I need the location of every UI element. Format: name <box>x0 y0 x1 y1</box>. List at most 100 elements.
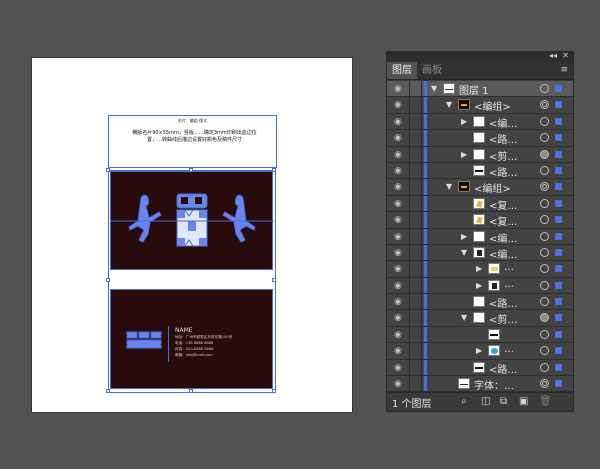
layer-name[interactable]: <编组> <box>474 98 511 113</box>
visibility-eye-icon[interactable]: ◉ <box>394 363 402 373</box>
layer-row[interactable]: ◉ <box>387 326 573 344</box>
target-circle-icon[interactable] <box>540 346 549 356</box>
layer-row[interactable]: ◉ ▼ <编… <box>387 244 573 262</box>
expand-triangle-icon[interactable]: ▶ <box>476 264 482 273</box>
layer-name[interactable]: <编组> <box>474 180 511 195</box>
selection-indicator-icon[interactable] <box>555 363 562 371</box>
expand-triangle-icon[interactable]: ▶ <box>476 346 482 355</box>
target-circle-icon[interactable] <box>540 116 549 126</box>
layer-name[interactable]: <复… <box>489 197 517 212</box>
handle-top-right[interactable] <box>272 168 276 172</box>
selection-indicator-icon[interactable] <box>555 183 562 191</box>
target-circle-icon[interactable] <box>540 133 549 143</box>
layer-row[interactable]: ◉ ▼ <编组> <box>387 179 573 196</box>
layer-row[interactable]: ◉ ▶ <编… <box>387 113 573 131</box>
target-circle-icon[interactable] <box>540 329 549 339</box>
new-layer-icon[interactable]: ▣ <box>519 396 528 407</box>
handle-bottom-center[interactable] <box>189 389 193 393</box>
layer-name[interactable]: <路… <box>489 295 517 310</box>
panel-titlebar[interactable]: ◂◂ ✕ <box>387 51 573 62</box>
selection-indicator-icon[interactable] <box>555 314 562 322</box>
selection-indicator-icon[interactable] <box>555 380 562 388</box>
expand-triangle-icon[interactable]: ▶ <box>461 232 467 241</box>
selection-indicator-icon[interactable] <box>555 298 562 306</box>
layer-row[interactable]: ◉ <路… <box>387 294 573 311</box>
selection-indicator-icon[interactable] <box>555 134 562 142</box>
selection-indicator-icon[interactable] <box>555 248 562 256</box>
panel-menu-icon[interactable]: ≡ <box>560 65 568 75</box>
layer-row[interactable]: ◉ ▶… <box>387 277 573 295</box>
visibility-eye-icon[interactable]: ◉ <box>394 84 402 94</box>
note-text-box[interactable]: 名片：编组-版式 横版名片90×55mm，竖版，…确定3mm印刷出血边位置，…转… <box>108 115 277 168</box>
search-icon[interactable]: ⌕ <box>461 396 467 407</box>
visibility-eye-icon[interactable]: ◉ <box>394 248 402 258</box>
layer-name[interactable]: <剪… <box>489 311 517 326</box>
layer-row[interactable]: ◉ ▼ <编组> <box>387 97 573 114</box>
handle-bottom-left[interactable] <box>106 389 110 393</box>
target-circle-icon[interactable] <box>540 379 549 389</box>
visibility-eye-icon[interactable]: ◉ <box>394 264 402 274</box>
layer-row[interactable]: ◉ ▶ … <box>387 261 573 278</box>
layer-name[interactable]: <路… <box>489 361 517 376</box>
collapse-triangle-icon[interactable]: ▼ <box>446 100 452 109</box>
layer-row[interactable]: ◉ ▶ <编… <box>387 228 573 245</box>
handle-middle-left[interactable] <box>106 278 110 282</box>
visibility-eye-icon[interactable]: ◉ <box>394 232 402 242</box>
target-circle-icon[interactable] <box>540 165 549 175</box>
selection-indicator-icon[interactable] <box>555 330 562 338</box>
make-clipping-mask-icon[interactable]: ◫ <box>481 396 490 407</box>
collapse-triangle-icon[interactable]: ▼ <box>461 248 467 257</box>
target-circle-icon[interactable] <box>540 313 549 323</box>
target-circle-icon[interactable] <box>540 264 549 274</box>
layer-name[interactable]: 字体：… <box>474 377 514 392</box>
selection-bounding-box[interactable] <box>108 170 276 393</box>
layer-name[interactable]: … <box>504 262 514 273</box>
target-circle-icon[interactable] <box>540 247 549 257</box>
selection-indicator-icon[interactable] <box>555 265 562 273</box>
visibility-eye-icon[interactable]: ◉ <box>394 100 402 110</box>
target-circle-icon[interactable] <box>540 100 549 110</box>
target-circle-icon[interactable] <box>540 362 549 372</box>
layer-row[interactable]: ◉ <复… <box>387 212 573 229</box>
layer-row[interactable]: ◉ <路… <box>387 359 573 377</box>
visibility-eye-icon[interactable]: ◉ <box>394 313 402 323</box>
selection-indicator-icon[interactable] <box>555 216 562 224</box>
selection-indicator-icon[interactable] <box>555 166 562 174</box>
visibility-eye-icon[interactable]: ◉ <box>394 117 402 127</box>
handle-middle-right[interactable] <box>272 278 276 282</box>
collapse-triangle-icon[interactable]: ▼ <box>461 313 467 322</box>
layer-name[interactable]: … <box>504 344 514 355</box>
visibility-eye-icon[interactable]: ◉ <box>394 379 402 389</box>
expand-triangle-icon[interactable]: ▶ <box>461 150 467 159</box>
target-circle-icon[interactable] <box>540 231 549 241</box>
selection-indicator-icon[interactable] <box>555 347 562 355</box>
selection-indicator-icon[interactable] <box>555 85 562 92</box>
layer-name[interactable]: <复… <box>489 213 517 228</box>
target-circle-icon[interactable] <box>540 198 549 208</box>
layer-name[interactable]: <编… <box>489 246 517 261</box>
expand-triangle-icon[interactable]: ▶ <box>461 117 467 126</box>
layer-name[interactable]: <路… <box>489 131 517 146</box>
target-circle-icon[interactable] <box>540 297 549 307</box>
tab-artboards[interactable]: 画板 <box>417 62 447 79</box>
layer-name[interactable]: <编… <box>489 115 517 130</box>
expand-triangle-icon[interactable]: ▶ <box>476 281 482 290</box>
visibility-eye-icon[interactable]: ◉ <box>394 133 402 143</box>
collapse-triangle-icon[interactable]: ▼ <box>446 182 452 191</box>
visibility-eye-icon[interactable]: ◉ <box>394 199 402 209</box>
tab-layers[interactable]: 图层 <box>387 62 417 79</box>
target-circle-icon[interactable] <box>540 84 549 93</box>
layer-row[interactable]: ◉ <路… <box>387 162 573 180</box>
layer-row[interactable]: ◉ ▶ … <box>387 343 573 360</box>
selection-indicator-icon[interactable] <box>555 199 562 207</box>
selection-indicator-icon[interactable] <box>555 281 562 289</box>
visibility-eye-icon[interactable]: ◉ <box>394 346 402 356</box>
delete-icon[interactable]: 🗑 <box>539 396 552 407</box>
layer-row[interactable]: ◉ <路… <box>387 130 573 147</box>
layer-row[interactable]: ◉ ▼ 图层 1 <box>387 81 573 98</box>
layer-row[interactable]: ◉ ▶ <剪… <box>387 146 573 163</box>
selection-indicator-icon[interactable] <box>555 232 562 240</box>
visibility-eye-icon[interactable]: ◉ <box>394 150 402 160</box>
visibility-eye-icon[interactable]: ◉ <box>394 330 402 340</box>
handle-top-center[interactable] <box>189 168 193 172</box>
